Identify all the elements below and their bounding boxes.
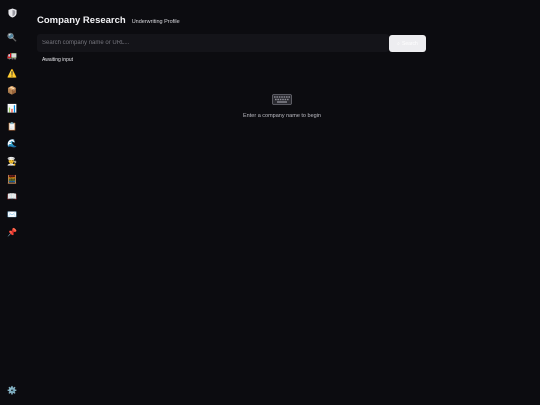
chart-icon[interactable]: 📊 — [4, 102, 20, 116]
page-subtitle: Underwriting Profile — [131, 19, 180, 25]
status-text: Awaiting input — [42, 57, 74, 63]
page-header: Company Research Underwriting Profile — [37, 15, 180, 26]
chef-icon[interactable]: 👨‍🍳 — [4, 155, 20, 169]
search-button-icon: ⌕ — [397, 40, 400, 47]
search-input[interactable] — [37, 34, 389, 52]
pushpin-icon[interactable]: 📌 — [4, 226, 20, 240]
search-button[interactable]: ⌕ Search — [389, 35, 426, 52]
abacus-icon[interactable]: 🧮 — [4, 173, 20, 187]
search-button-label: Search — [401, 40, 418, 47]
keyboard-icon — [272, 94, 292, 105]
wave-icon[interactable]: 🌊 — [4, 137, 20, 151]
sidebar: 🔍 🚛 ⚠️ 📦 📊 📋 🌊 👨‍🍳 🧮 📖 ✉️ 📌 ⚙️ — [0, 0, 24, 405]
envelope-icon[interactable]: ✉️ — [4, 208, 20, 222]
main-content: Company Research Underwriting Profile ⌕ … — [24, 0, 540, 405]
empty-state-message: Enter a company name to begin — [243, 113, 321, 119]
warning-icon[interactable]: ⚠️ — [4, 67, 20, 81]
search-bar — [37, 34, 389, 52]
empty-state: Enter a company name to begin — [24, 94, 540, 119]
settings-icon[interactable]: ⚙️ — [4, 384, 20, 398]
page-title: Company Research — [37, 15, 126, 26]
shield-icon[interactable] — [4, 6, 20, 20]
book-icon[interactable]: 📖 — [4, 190, 20, 204]
search-icon[interactable]: 🔍 — [4, 31, 20, 45]
package-icon[interactable]: 📦 — [4, 84, 20, 98]
clipboard-icon[interactable]: 📋 — [4, 120, 20, 134]
truck-icon[interactable]: 🚛 — [4, 49, 20, 63]
